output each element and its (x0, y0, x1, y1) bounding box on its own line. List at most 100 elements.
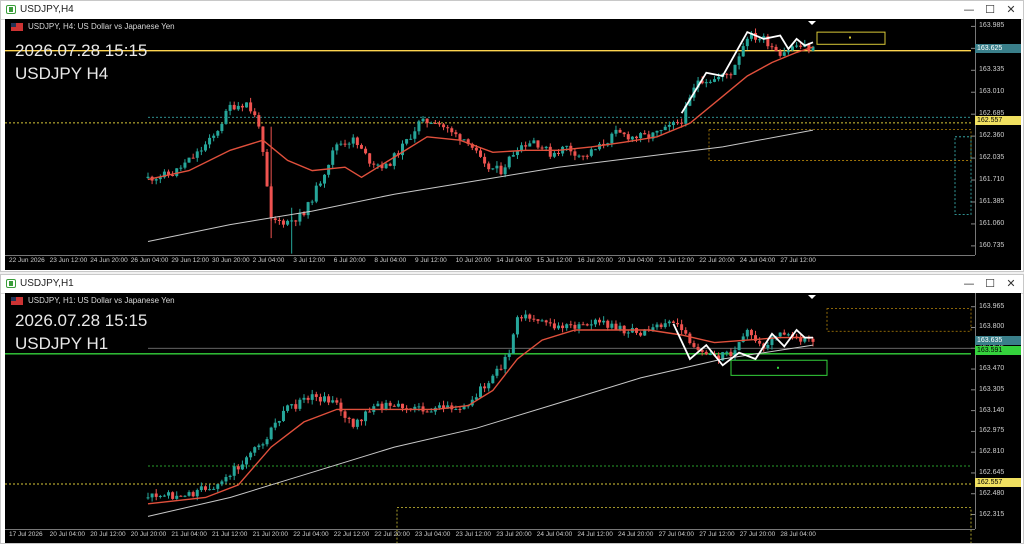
candle-body (561, 325, 565, 329)
price-tick-label: 163.800 (979, 323, 1005, 331)
candle-body (364, 148, 368, 154)
candle-body (474, 147, 478, 151)
time-tick-label: 23 Jun 12:00 (49, 257, 88, 264)
candle-body (417, 406, 421, 408)
candle-body (343, 143, 347, 145)
window-titlebar[interactable]: USDJPY,H4 — ☐ ✕ (1, 1, 1023, 20)
candle-body (491, 168, 495, 170)
close-button[interactable]: ✕ (1002, 276, 1020, 292)
candle-body (770, 46, 774, 48)
minimize-button[interactable]: — (960, 276, 978, 292)
candle-body (507, 353, 511, 357)
candle-body (639, 133, 643, 139)
candle-body (396, 403, 400, 407)
price-plot[interactable] (5, 293, 1021, 543)
candle-body (626, 332, 630, 334)
time-tick-label: 23 Jul 12:00 (455, 531, 492, 538)
candle-body (273, 218, 277, 220)
candle-body (708, 354, 712, 356)
candle-body (355, 137, 359, 146)
candle-body (552, 323, 556, 329)
zone-box (954, 136, 972, 215)
candle-body (376, 164, 380, 166)
candle-body (499, 368, 503, 370)
candle-body (343, 411, 347, 418)
candle-body (359, 145, 363, 149)
candle-body (778, 51, 782, 56)
chart-canvas[interactable]: USDJPY, H1: US Dollar vs Japanese Yen 20… (5, 293, 1021, 543)
candle-body (774, 46, 778, 52)
candle-body (187, 157, 191, 163)
candle-body (179, 495, 183, 497)
candle-body (245, 457, 249, 465)
candle-body (556, 325, 560, 329)
chart-canvas[interactable]: USDJPY, H4: US Dollar vs Japanese Yen 20… (5, 19, 1021, 270)
candle-body (540, 147, 544, 149)
candle-body (351, 418, 355, 427)
price-tick-label: 163.470 (979, 365, 1005, 373)
candle-body (245, 102, 249, 108)
candle-body (454, 132, 458, 135)
price-tick-label: 160.735 (979, 241, 1005, 249)
candle-body (630, 136, 634, 140)
minimize-button[interactable]: — (960, 2, 978, 18)
candle-body (429, 411, 433, 413)
price-tick-label: 163.335 (979, 66, 1005, 74)
time-tick-label: 22 Jun 2026 (9, 257, 45, 264)
time-tick-label: 22 Jul 04:00 (293, 531, 329, 538)
us-flag-icon (11, 297, 23, 305)
window-title: USDJPY,H4 (20, 4, 74, 15)
candle-body (511, 334, 515, 354)
time-tick-label: 20 Jul 04:00 (618, 257, 654, 264)
candle-body (376, 403, 380, 407)
candle-body (277, 219, 281, 221)
candle-body (224, 110, 228, 124)
candle-body (212, 488, 216, 490)
candle-body (573, 151, 577, 156)
time-tick-label: 24 Jul 04:00 (536, 531, 573, 538)
candle-body (392, 153, 396, 166)
candle-body (355, 419, 359, 427)
candle-body (228, 104, 232, 111)
maximize-button[interactable]: ☐ (981, 276, 999, 292)
candle-body (663, 323, 667, 328)
symbol-description: USDJPY, H4: US Dollar vs Japanese Yen (28, 22, 175, 31)
candle-body (704, 82, 708, 84)
candle-body (253, 447, 257, 453)
current-price-tag: 163.625 (975, 44, 1021, 53)
candle-body (556, 152, 560, 154)
candle-body (577, 324, 581, 329)
candle-body (659, 324, 663, 328)
candle-body (421, 118, 425, 122)
overlay-symbol: USDJPY H4 (15, 64, 109, 83)
candle-body (359, 419, 363, 422)
price-tick-label: 162.975 (979, 427, 1005, 435)
candle-body (150, 493, 154, 498)
chart-window-h1[interactable]: USDJPY,H1 — ☐ ✕ USDJPY, H1: US Dollar vs… (0, 274, 1024, 544)
candle-body (495, 165, 499, 169)
candle-body (212, 135, 216, 138)
candle-body (696, 346, 700, 350)
zone-box (826, 308, 972, 332)
window-titlebar[interactable]: USDJPY,H1 — ☐ ✕ (1, 275, 1023, 294)
time-tick-label: 15 Jul 12:00 (536, 257, 573, 264)
candle-body (581, 155, 585, 157)
candle-body (704, 351, 708, 355)
price-plot[interactable] (5, 19, 1021, 270)
price-tick-label: 162.360 (979, 132, 1005, 140)
selection-handle (777, 366, 779, 369)
candle-body (281, 410, 285, 421)
candle-body (339, 143, 343, 145)
candle-body (532, 318, 536, 320)
candle-body (327, 164, 331, 175)
candle-body (281, 220, 285, 225)
chart-window-h4[interactable]: USDJPY,H4 — ☐ ✕ USDJPY, H4: US Dollar vs… (0, 0, 1024, 272)
selection-handle (849, 36, 851, 39)
candle-body (388, 402, 392, 406)
maximize-button[interactable]: ☐ (981, 2, 999, 18)
close-button[interactable]: ✕ (1002, 2, 1020, 18)
candle-body (269, 427, 273, 440)
candle-body (417, 121, 421, 132)
candle-body (634, 136, 638, 139)
candle-body (199, 150, 203, 152)
